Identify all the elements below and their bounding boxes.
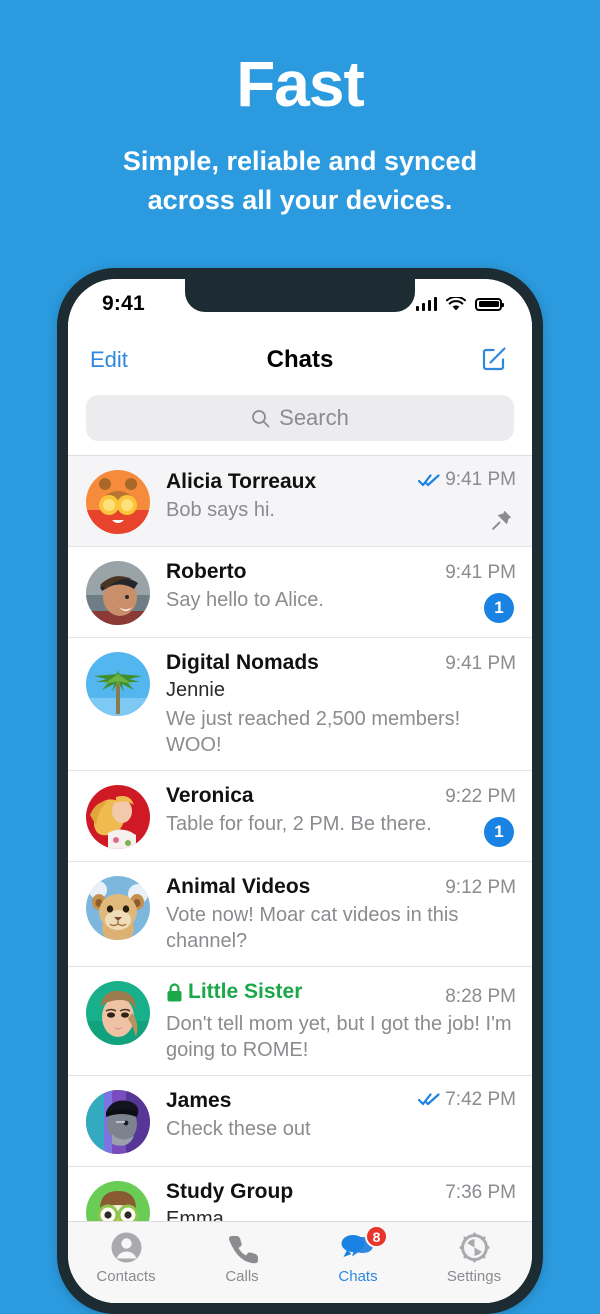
chat-content: Little Sister 8:28 PM Don't tell mom yet…	[166, 979, 516, 1063]
chat-meta: 9:22 PM	[435, 786, 516, 808]
chat-meta: 9:41 PM	[435, 653, 516, 675]
chat-time: 9:41 PM	[445, 653, 516, 674]
tab-label: Chats	[338, 1268, 378, 1285]
chat-title: Roberto	[166, 560, 247, 583]
digital-nomads-avatar	[86, 652, 150, 716]
chat-meta: 7:42 PM	[408, 1089, 516, 1111]
chat-title: Study Group	[166, 1179, 294, 1203]
wifi-icon	[446, 296, 466, 310]
chat-meta: 7:36 PM	[435, 1182, 516, 1204]
status-time: 9:41	[102, 292, 145, 315]
chat-row-veronica[interactable]: Veronica 9:22 PM Table for four, 2 PM. B…	[68, 770, 532, 861]
chat-preview: Say hello to Alice.	[166, 589, 324, 611]
chat-title-text: Little Sister	[188, 980, 303, 1003]
lock-icon	[167, 982, 182, 1001]
chat-preview: Table for four, 2 PM. Be there.	[166, 813, 432, 835]
chats-bubbles-icon: 8	[339, 1225, 388, 1264]
nav-bar: Edit Chats	[68, 329, 532, 391]
gear-icon	[458, 1230, 491, 1264]
chat-title: Animal Videos	[166, 875, 311, 898]
chat-content: James 7:42 PM Check these out	[166, 1088, 516, 1154]
roberto-avatar	[86, 561, 150, 625]
promo-header: Fast Simple, reliable and synced across …	[0, 0, 600, 220]
chat-row-animal-videos[interactable]: Animal Videos 9:12 PM Vote now! Moar cat…	[68, 861, 532, 966]
chat-row-little-sister[interactable]: Little Sister 8:28 PM Don't tell mom yet…	[68, 966, 532, 1075]
chat-meta: 9:41 PM	[435, 562, 516, 584]
tab-badge: 8	[365, 1225, 388, 1248]
chat-meta: 8:28 PM	[435, 986, 516, 1008]
search-container: Search	[68, 391, 532, 455]
compose-icon[interactable]	[480, 343, 510, 378]
status-indicators	[415, 296, 504, 312]
tab-label: Settings	[446, 1268, 502, 1285]
chat-time: 9:12 PM	[445, 877, 516, 898]
edit-button[interactable]: Edit	[90, 347, 128, 373]
chat-time: 9:41 PM	[445, 469, 516, 490]
chat-preview: Check these out	[166, 1118, 311, 1140]
phone-frame: 9:41 Edit Chats Search Alicia Torreaux 9…	[57, 268, 543, 1314]
little-sister-avatar	[86, 981, 150, 1045]
promo-subtitle-line1: Simple, reliable and synced	[122, 146, 478, 176]
promo-subtitle: Simple, reliable and synced across all y…	[0, 142, 600, 220]
unread-badge: 1	[484, 817, 514, 847]
read-receipt-icon	[418, 1093, 440, 1106]
chat-time: 7:36 PM	[445, 1181, 516, 1203]
contacts-icon	[110, 1230, 143, 1264]
chat-preview: Vote now! Moar cat videos in this channe…	[166, 904, 459, 952]
chat-preview: Bob says hi.	[166, 498, 275, 521]
chat-row-right: 1	[484, 817, 514, 847]
tab-settings[interactable]: Settings	[416, 1222, 532, 1303]
veronica-avatar	[86, 785, 150, 849]
chat-row-roberto[interactable]: Roberto 9:41 PM Say hello to Alice. 1	[68, 546, 532, 637]
chat-meta: 9:41 PM	[408, 469, 516, 491]
search-icon	[252, 409, 270, 427]
tab-label: Calls	[225, 1268, 259, 1285]
tab-contacts[interactable]: Contacts	[68, 1222, 184, 1303]
chat-title: James	[166, 1089, 232, 1112]
chat-row-right	[490, 508, 514, 532]
chat-row-digital-nomads[interactable]: Digital Nomads 9:41 PM Jennie We just re…	[68, 637, 532, 770]
animal-videos-avatar	[86, 876, 150, 940]
alicia-avatar	[86, 470, 150, 534]
chat-title: Alicia Torreaux	[166, 469, 317, 493]
chat-time: 9:41 PM	[445, 562, 516, 583]
chat-sender: Jennie	[166, 679, 225, 701]
chat-row-james[interactable]: James 7:42 PM Check these out	[68, 1074, 532, 1166]
chat-row-right: 1	[484, 593, 514, 623]
read-receipt-icon	[418, 473, 440, 486]
chat-list: Alicia Torreaux 9:41 PM Bob says hi. Rob…	[68, 455, 532, 1273]
unread-badge: 1	[484, 593, 514, 623]
search-placeholder: Search	[279, 405, 349, 430]
chat-time: 7:42 PM	[445, 1088, 516, 1110]
nav-title: Chats	[266, 346, 334, 373]
chat-content: Roberto 9:41 PM Say hello to Alice.	[166, 559, 516, 625]
battery-full-icon	[475, 297, 504, 311]
phone-icon	[227, 1230, 258, 1264]
cellular-bars-icon	[415, 297, 437, 311]
chat-preview: Don't tell mom yet, but I got the job! I…	[166, 1012, 512, 1061]
chat-preview: We just reached 2,500 members! WOO!	[166, 708, 461, 756]
chat-content: Alicia Torreaux 9:41 PM Bob says hi.	[166, 468, 516, 534]
page-title: Fast	[236, 48, 365, 120]
chat-title: Little Sister	[166, 980, 302, 1004]
chat-time: 8:28 PM	[445, 985, 516, 1007]
chat-content: Veronica 9:22 PM Table for four, 2 PM. B…	[166, 783, 516, 849]
chat-content: Digital Nomads 9:41 PM Jennie We just re…	[166, 650, 516, 758]
promo-subtitle-line2: across all your devices.	[147, 185, 453, 216]
pin-icon	[492, 510, 512, 530]
notch	[185, 279, 415, 312]
chat-title: Digital Nomads	[166, 651, 319, 674]
james-avatar	[86, 1089, 150, 1154]
chat-title: Veronica	[166, 784, 254, 807]
chat-meta: 9:12 PM	[435, 877, 516, 899]
search-input[interactable]: Search	[86, 395, 514, 441]
chat-time: 9:22 PM	[445, 786, 516, 807]
phone-screen: 9:41 Edit Chats Search Alicia Torreaux 9…	[68, 279, 532, 1303]
tab-calls[interactable]: Calls	[184, 1222, 300, 1303]
chat-row-alicia[interactable]: Alicia Torreaux 9:41 PM Bob says hi.	[68, 455, 532, 546]
tab-bar: Contacts Calls 8 Chats Settings	[68, 1221, 532, 1303]
tab-chats[interactable]: 8 Chats	[300, 1222, 416, 1303]
tab-label: Contacts	[96, 1268, 156, 1285]
chat-content: Animal Videos 9:12 PM Vote now! Moar cat…	[166, 874, 516, 954]
